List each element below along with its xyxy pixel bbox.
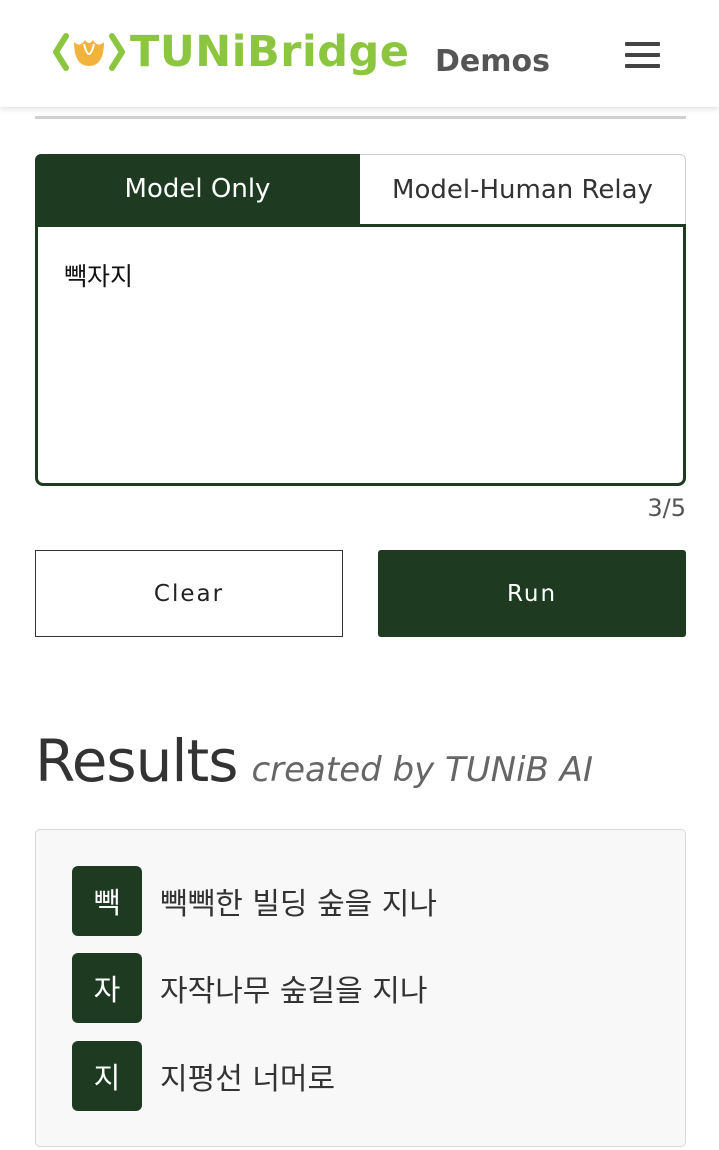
section-label: Demos	[435, 44, 550, 79]
results-title: Results	[35, 727, 238, 795]
result-char-badge: 자	[72, 953, 142, 1023]
tab-model-only[interactable]: Model Only	[35, 154, 360, 224]
character-counter: 3/5	[647, 494, 686, 522]
prompt-input[interactable]: 빽자지	[35, 224, 686, 486]
top-header: TUNiBridge Demos	[0, 0, 719, 107]
result-line-text: 빽빽한 빌딩 숲을 지나	[160, 887, 438, 922]
clear-button[interactable]: Clear	[35, 550, 343, 637]
result-line-text: 지평선 너머로	[160, 1062, 336, 1097]
mode-tabs: Model Only Model-Human Relay	[35, 154, 686, 224]
results-panel: 빽 빽빽한 빌딩 숲을 지나 자 자작나무 숲길을 지나 지 지평선 너머로	[35, 829, 686, 1147]
tulip-logo-icon	[53, 33, 125, 71]
tunibridge-logo[interactable]: TUNiBridge	[52, 24, 409, 80]
results-subtitle: created by TUNiB AI	[251, 750, 593, 790]
run-button[interactable]: Run	[378, 550, 686, 637]
result-char-badge: 빽	[72, 866, 142, 936]
result-char-badge: 지	[72, 1041, 142, 1111]
result-line: 지 지평선 너머로	[72, 1041, 335, 1111]
result-line: 자 자작나무 숲길을 지나	[72, 953, 427, 1023]
hamburger-menu-icon[interactable]	[618, 36, 666, 76]
logo-wordmark: TUNiBridge	[130, 27, 410, 77]
results-heading: Results created by TUNiB AI	[35, 727, 593, 795]
result-line: 빽 빽빽한 빌딩 숲을 지나	[72, 866, 437, 936]
result-line-text: 자작나무 숲길을 지나	[160, 974, 428, 1009]
tab-model-human-relay[interactable]: Model-Human Relay	[360, 154, 686, 224]
divider	[35, 116, 686, 119]
